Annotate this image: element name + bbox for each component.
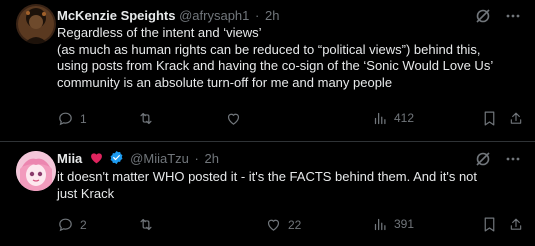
bookmark-button[interactable] — [482, 216, 497, 233]
tweet-text: Regardless of the intent and ‘views’ (as… — [57, 25, 527, 91]
retweet-button[interactable] — [137, 216, 161, 233]
separator-dot: · — [255, 8, 260, 23]
like-button[interactable] — [225, 110, 248, 127]
views-button[interactable]: 412 — [373, 110, 414, 126]
bookmark-icon — [484, 217, 495, 232]
views-count: 412 — [394, 111, 415, 125]
share-button[interactable] — [508, 110, 524, 127]
bookmark-icon — [484, 111, 495, 126]
red-heart-emoji-icon — [90, 151, 103, 169]
author-handle[interactable]: @afrysaph1 — [179, 8, 249, 23]
tweet-text-line: Regardless of the intent and ‘views’ — [57, 25, 262, 40]
verified-badge-icon[interactable] — [109, 150, 124, 170]
reply-icon — [59, 112, 72, 126]
tweet-text-line: using posts from Krack and having the co… — [57, 58, 494, 73]
reply-icon — [59, 218, 72, 232]
like-count: 22 — [288, 217, 302, 232]
action-bar: 1 412 — [57, 110, 535, 130]
tweet-text-line: it doesn't matter WHO posted it - it's t… — [57, 169, 478, 184]
like-button[interactable]: 22 — [265, 216, 301, 233]
reply-button[interactable]: 1 — [57, 110, 87, 127]
tweet-text-line: just Krack — [57, 185, 115, 201]
share-icon — [510, 112, 522, 124]
views-chart-icon — [374, 218, 386, 230]
reply-count: 2 — [80, 217, 87, 232]
retweet-button[interactable] — [137, 110, 161, 127]
reply-button[interactable]: 2 — [57, 216, 87, 233]
tweet-text-line: community is an absolute turn-off for me… — [57, 74, 393, 90]
heart-icon — [267, 219, 280, 231]
retweet-icon — [140, 112, 152, 125]
action-bar: 2 22 391 — [57, 216, 535, 236]
tweet-text-line: (as much as human rights can be reduced … — [57, 41, 481, 57]
separator-dot: · — [194, 151, 199, 166]
timestamp[interactable]: 2h — [265, 8, 279, 23]
bookmark-button[interactable] — [482, 110, 497, 127]
share-icon — [510, 218, 522, 230]
author-name[interactable]: Miia — [57, 151, 82, 166]
tweet[interactable]: Miia @MiiaTzu · 2h it doesn't matter WHO… — [0, 142, 535, 246]
timestamp[interactable]: 2h — [204, 151, 218, 166]
views-count: 391 — [394, 217, 415, 231]
tweet-header: Miia @MiiaTzu · 2h — [57, 150, 535, 168]
retweet-icon — [140, 218, 152, 231]
author-handle[interactable]: @MiiaTzu — [130, 151, 189, 166]
heart-icon — [227, 113, 240, 125]
avatar-image — [16, 4, 56, 44]
avatar[interactable] — [16, 151, 56, 191]
share-button[interactable] — [508, 216, 524, 233]
author-name[interactable]: McKenzie Speights — [57, 8, 175, 23]
tweet-text: it doesn't matter WHO posted it - it's t… — [57, 169, 527, 202]
views-chart-icon — [374, 112, 386, 124]
avatar-image — [16, 151, 56, 191]
views-button[interactable]: 391 — [373, 216, 414, 232]
avatar[interactable] — [16, 4, 56, 44]
tweet-header: McKenzie Speights @afrysaph1 · 2h — [57, 7, 535, 25]
reply-count: 1 — [80, 111, 87, 126]
tweet[interactable]: McKenzie Speights @afrysaph1 · 2h Regard… — [0, 0, 535, 142]
